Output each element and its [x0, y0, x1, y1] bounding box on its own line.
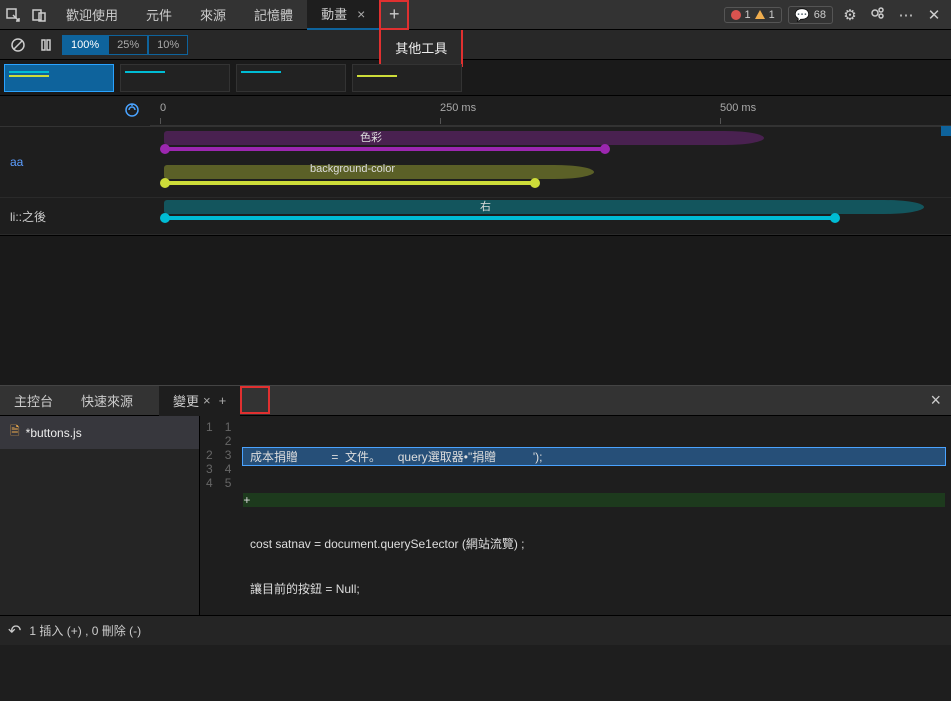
- keyframe-dot[interactable]: [160, 178, 170, 188]
- drawer-tab-changes-label: 變更: [173, 391, 199, 410]
- add-drawer-tab-icon[interactable]: +: [219, 393, 227, 408]
- ruler-tick-250: 250 ms: [440, 102, 476, 114]
- messages-badge[interactable]: 💬 68: [788, 6, 833, 24]
- diff-code-area[interactable]: 1 2 3 4 1 2 3 4 5 成本捐贈 = 文件。 query選取器•"捐…: [200, 416, 951, 615]
- mini-line-icon: [9, 71, 49, 73]
- speed-buttons: 100% 25% 10%: [62, 35, 188, 55]
- highlight-box: [240, 386, 270, 414]
- drawer-body: 🗎 *buttons.js 1 2 3 4 1 2 3 4 5 成本捐贈 = 文…: [0, 416, 951, 615]
- keyframe-dot[interactable]: [160, 144, 170, 154]
- drawer-tab-changes[interactable]: 變更 × +: [159, 386, 240, 416]
- tab-memory[interactable]: 記憶體: [240, 0, 307, 30]
- code-line-1[interactable]: 成本捐贈 = 文件。 query選取器•"捐贈 ');: [243, 448, 945, 465]
- animation-timeline: aa 色彩 background-color li::之後 右: [0, 127, 951, 235]
- more-menu-icon[interactable]: ⋯: [895, 6, 917, 24]
- device-toggle-icon[interactable]: [26, 0, 52, 30]
- speed-25-button[interactable]: 25%: [108, 35, 148, 55]
- keyframe-dot[interactable]: [530, 178, 540, 188]
- code-lines: 成本捐贈 = 文件。 query選取器•"捐贈 '); + cost satna…: [237, 416, 951, 615]
- code-line-4[interactable]: 讓目前的按鈕 = Null;: [243, 580, 945, 597]
- animation-thumbnails: [0, 60, 951, 96]
- track-label-right: 右: [480, 198, 491, 214]
- chat-icon: 💬: [795, 8, 810, 22]
- status-area: 1 1 💬 68 ⚙ ⋯ ✕: [724, 5, 951, 25]
- tab-sources[interactable]: 來源: [186, 0, 240, 30]
- error-warning-badge[interactable]: 1 1: [724, 7, 782, 23]
- track-fill-color: [164, 131, 764, 145]
- mini-line-icon: [125, 71, 165, 73]
- file-item-buttons[interactable]: 🗎 *buttons.js: [0, 416, 199, 449]
- ruler-row: 0 250 ms 500 ms: [0, 96, 951, 127]
- gutter-old: 1 2 3 4: [200, 416, 219, 615]
- file-name: *buttons.js: [26, 426, 82, 440]
- undo-icon[interactable]: ↶: [8, 621, 21, 641]
- time-ruler[interactable]: 0 250 ms 500 ms: [150, 96, 951, 126]
- row-tracks-aa: 色彩 background-color: [150, 127, 951, 197]
- clear-button[interactable]: [6, 33, 30, 57]
- keyframe-dot[interactable]: [830, 213, 840, 223]
- thumbnail-2[interactable]: [120, 64, 230, 92]
- thumbnail-3[interactable]: [236, 64, 346, 92]
- tab-welcome[interactable]: 歡迎使用: [52, 0, 132, 30]
- inspect-icon[interactable]: [0, 0, 26, 30]
- timeline-row-liafter: li::之後 右: [0, 198, 951, 235]
- mini-line-icon: [9, 75, 49, 77]
- timeline-empty-area: [0, 235, 951, 385]
- messages-count: 68: [814, 9, 826, 21]
- diff-summary: 1 插入 (+) , 0 刪除 (-): [29, 622, 141, 639]
- gutter-new: 1 2 3 4 5: [219, 416, 238, 615]
- track-fill-right: [164, 200, 924, 214]
- close-icon[interactable]: ×: [203, 393, 211, 408]
- ruler-tick-500: 500 ms: [720, 102, 756, 114]
- drawer-tabs: 主控台 快速來源 變更 × + ×: [0, 386, 951, 416]
- row-label-aa[interactable]: aa: [0, 149, 150, 175]
- close-devtools-icon[interactable]: ✕: [923, 6, 945, 24]
- close-drawer-button[interactable]: ×: [920, 390, 951, 411]
- settings-gear-icon[interactable]: ⚙: [839, 6, 861, 24]
- track-label-color: 色彩: [360, 129, 382, 145]
- row-tracks-liafter: 右: [150, 198, 951, 234]
- drawer-tab-console[interactable]: 主控台: [0, 386, 67, 416]
- close-icon[interactable]: ×: [357, 6, 365, 22]
- tab-animations-label: 動畫: [321, 4, 347, 23]
- changes-file-list: 🗎 *buttons.js: [0, 416, 200, 615]
- mini-line-icon: [357, 75, 397, 77]
- row-label-liafter[interactable]: li::之後: [0, 202, 150, 231]
- top-tabs: 歡迎使用 元件 來源 記憶體 動畫 × + 其他工具: [52, 0, 724, 30]
- add-tab-tooltip: 其他工具: [379, 30, 463, 67]
- mini-line-icon: [241, 71, 281, 73]
- playhead-icon[interactable]: [124, 102, 140, 121]
- track-line-color[interactable]: [164, 147, 604, 151]
- tab-animations[interactable]: 動畫 ×: [307, 0, 379, 30]
- track-line-right[interactable]: [164, 216, 834, 220]
- error-count: 1: [745, 9, 751, 21]
- code-line-3[interactable]: cost satnav = document.querySe1ector (網站…: [243, 535, 945, 552]
- thumbnail-1[interactable]: [4, 64, 114, 92]
- error-dot-icon: [731, 10, 741, 20]
- drawer-tab-quicksource[interactable]: 快速來源: [67, 386, 147, 416]
- add-tab-wrapper: + 其他工具: [379, 0, 409, 30]
- animation-toolbar: 100% 25% 10%: [0, 30, 951, 60]
- drawer-footer: ↶ 1 插入 (+) , 0 刪除 (-): [0, 615, 951, 645]
- code-line-2[interactable]: +: [243, 493, 945, 507]
- thumbnail-4[interactable]: [352, 64, 462, 92]
- drawer-panel: 主控台 快速來源 變更 × + × 🗎 *buttons.js 1 2 3 4 …: [0, 385, 951, 645]
- tab-elements[interactable]: 元件: [132, 0, 186, 30]
- track-line-bgcolor[interactable]: [164, 181, 534, 185]
- keyframe-dot[interactable]: [160, 213, 170, 223]
- playhead-cell: [0, 96, 150, 126]
- feedback-icon[interactable]: [867, 5, 889, 25]
- ruler-tick-0: 0: [160, 102, 166, 114]
- speed-10-button[interactable]: 10%: [148, 35, 188, 55]
- warning-triangle-icon: [755, 10, 765, 19]
- devtools-topbar: 歡迎使用 元件 來源 記憶體 動畫 × + 其他工具 1 1 💬 68 ⚙ ⋯ …: [0, 0, 951, 30]
- add-tab-button[interactable]: +: [379, 0, 409, 30]
- keyframe-dot[interactable]: [600, 144, 610, 154]
- timeline-row-aa: aa 色彩 background-color: [0, 127, 951, 198]
- track-label-bgcolor: background-color: [310, 163, 395, 175]
- warning-count: 1: [769, 9, 775, 21]
- pause-button[interactable]: [34, 33, 58, 57]
- speed-100-button[interactable]: 100%: [62, 35, 108, 55]
- file-icon: 🗎: [10, 422, 20, 443]
